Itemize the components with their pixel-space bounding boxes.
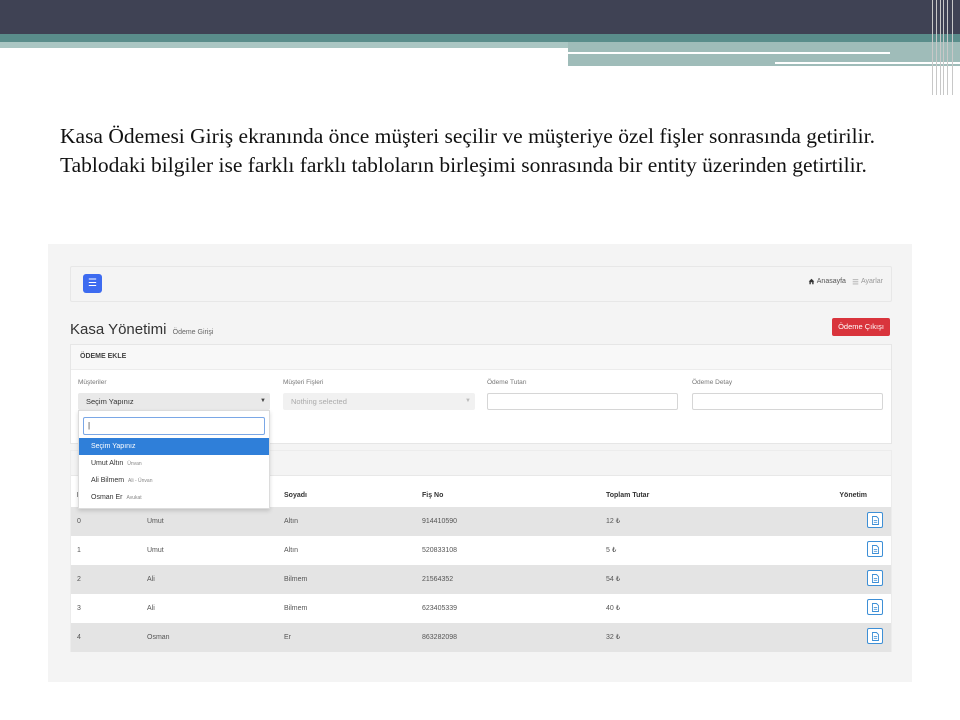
option-name: Osman Er <box>91 494 123 501</box>
slide-stripe <box>0 34 960 42</box>
row-surname: Altın <box>284 547 299 554</box>
list-icon <box>852 279 859 285</box>
row-name: Umut <box>147 547 164 554</box>
row-total: 32 ₺ <box>606 634 621 641</box>
option-subtext: Avukat <box>126 495 142 501</box>
row-receipt-no: 914410590 <box>422 518 458 525</box>
dropdown-option[interactable]: Seçim Yapınız <box>79 438 269 455</box>
row-index: 2 <box>77 576 81 583</box>
home-icon <box>808 278 815 285</box>
form-card-header: ÖDEME EKLE <box>71 345 891 370</box>
view-receipt-button[interactable] <box>867 512 883 528</box>
row-name: Ali <box>147 605 155 612</box>
amount-label: Ödeme Tutarı <box>487 379 527 386</box>
table-row: 3 Ali Bilmem 623405339 40 ₺ <box>71 594 891 623</box>
col-header-actions: Yönetim <box>839 492 867 499</box>
dropdown-search-input[interactable]: | <box>83 417 265 435</box>
row-surname: Bilmem <box>284 576 308 583</box>
option-subtext: Ünvan <box>127 461 142 467</box>
nav-links: Anasayfa Ayarlar <box>808 278 883 285</box>
col-header-total: Toplam Tutar <box>606 492 650 499</box>
row-name: Ali <box>147 576 155 583</box>
table-row: 1 Umut Altın 520833108 5 ₺ <box>71 536 891 565</box>
dropdown-option[interactable]: Umut Altın Ünvan <box>79 455 269 472</box>
receipt-select-value: Nothing selected <box>291 397 347 406</box>
row-index: 0 <box>77 518 81 525</box>
row-total: 12 ₺ <box>606 518 621 525</box>
menu-toggle-button[interactable]: ☰ <box>83 274 102 293</box>
row-surname: Er <box>284 634 291 641</box>
document-icon <box>872 603 879 612</box>
row-surname: Altın <box>284 518 299 525</box>
detail-input[interactable] <box>692 393 883 410</box>
view-receipt-button[interactable] <box>867 628 883 644</box>
slide-description: Kasa Ödemesi Giriş ekranında önce müşter… <box>60 124 875 177</box>
dropdown-option[interactable]: Ali Bilmem Ali - Ünvan <box>79 472 269 489</box>
view-receipt-button[interactable] <box>867 541 883 557</box>
caret-down-icon: ▼ <box>260 398 266 404</box>
document-icon <box>872 574 879 583</box>
customer-label: Müşteriler <box>78 379 107 386</box>
customer-dropdown: | Seçim Yapınız Umut Altın Ünvan Ali Bil… <box>78 410 270 509</box>
detail-label: Ödeme Detay <box>692 379 733 386</box>
col-header-receipt-no: Fiş No <box>422 492 444 499</box>
row-receipt-no: 623405339 <box>422 605 458 612</box>
row-total: 40 ₺ <box>606 605 621 612</box>
page-subtitle: Ödeme Girişi <box>172 329 214 336</box>
row-name: Osman <box>147 634 170 641</box>
page-title: Kasa Yönetimi Ödeme Girişi <box>70 321 213 338</box>
nav-settings-label: Ayarlar <box>860 278 883 285</box>
document-icon <box>872 516 879 525</box>
row-total: 5 ₺ <box>606 547 617 554</box>
receipt-select[interactable]: Nothing selected ▼ <box>283 393 475 410</box>
row-name: Umut <box>147 518 164 525</box>
row-receipt-no: 863282098 <box>422 634 458 641</box>
customer-select[interactable]: Seçim Yapınız ▼ <box>78 393 270 410</box>
table-row: 4 Osman Er 863282098 32 ₺ <box>71 623 891 652</box>
nav-home-label: Anasayfa <box>816 278 846 285</box>
amount-input[interactable] <box>487 393 678 410</box>
col-header-surname: Soyadı <box>284 492 307 499</box>
document-icon <box>872 545 879 554</box>
row-surname: Bilmem <box>284 605 308 612</box>
option-subtext: Ali - Ünvan <box>128 478 153 484</box>
payment-exit-button[interactable]: Ödeme Çıkışı <box>832 318 890 336</box>
slide-divider <box>568 52 890 54</box>
option-name: Seçim Yapınız <box>91 443 136 450</box>
row-total: 54 ₺ <box>606 576 621 583</box>
bars-icon: ☰ <box>88 278 97 289</box>
option-name: Umut Altın <box>91 460 124 467</box>
top-navbar: ☰ Anasayfa Ayarlar <box>70 266 892 302</box>
row-receipt-no: 520833108 <box>422 547 458 554</box>
slide-stripe <box>0 42 568 48</box>
row-index: 3 <box>77 605 81 612</box>
nav-home-link[interactable]: Anasayfa <box>808 278 846 285</box>
customer-select-value: Seçim Yapınız <box>86 397 134 406</box>
row-receipt-no: 21564352 <box>422 576 454 583</box>
row-index: 1 <box>77 547 81 554</box>
page-title-text: Kasa Yönetimi <box>70 321 167 338</box>
view-receipt-button[interactable] <box>867 570 883 586</box>
app-screenshot: ☰ Anasayfa Ayarlar Kasa Yönetimi Ödeme G… <box>48 244 912 682</box>
table-row: 0 Umut Altın 914410590 12 ₺ <box>71 507 891 536</box>
view-receipt-button[interactable] <box>867 599 883 615</box>
document-icon <box>872 632 879 641</box>
row-index: 4 <box>77 634 81 641</box>
option-name: Ali Bilmem <box>91 477 125 484</box>
receipt-label: Müşteri Fişleri <box>283 379 324 386</box>
dropdown-option[interactable]: Osman Er Avukat <box>79 489 269 506</box>
nav-settings-link[interactable]: Ayarlar <box>852 278 883 285</box>
caret-down-icon: ▼ <box>465 398 471 404</box>
slide-header-band <box>0 0 960 34</box>
table-row: 2 Ali Bilmem 21564352 54 ₺ <box>71 565 891 594</box>
slide-vertical-lines <box>930 0 958 95</box>
